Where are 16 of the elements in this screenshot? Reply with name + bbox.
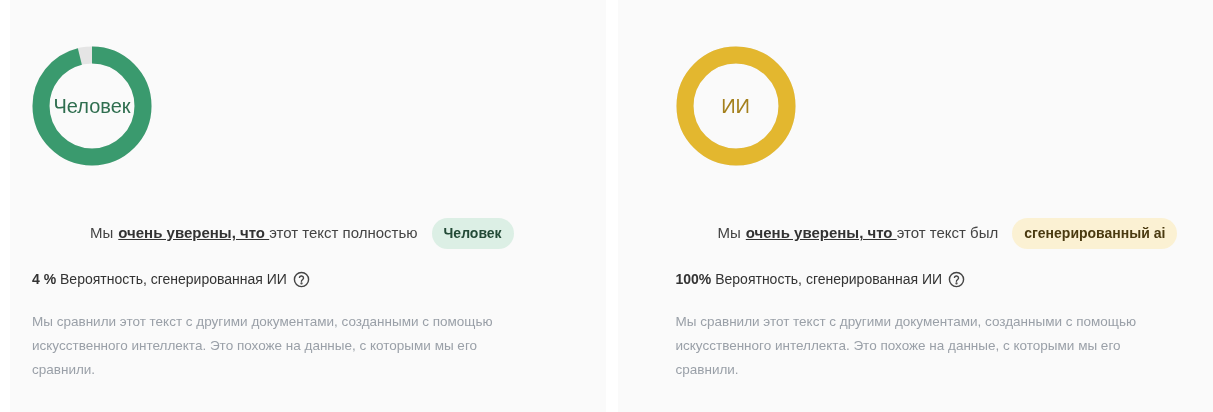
sentence-text: Мы [90,223,114,244]
gauge-label: Человек [53,94,131,119]
gauge-label: ИИ [721,94,750,119]
result-badge: сгенерированный ai [1012,218,1178,249]
result-badge: Человек [431,218,514,249]
help-icon[interactable] [292,271,310,288]
description-text: Мы сравнили этот текст с другими документами, созданными с помощью искусственного интеллекта. Это похоже на данные, с которыми мы его сравнили. [32,313,494,379]
description-text: Мы сравнили этот текст с другими документами, созданными с помощью искусственного интеллекта. Это похоже на данные, с которыми мы его сравнили. [675,313,1138,379]
sentence-text: этот текст был [896,223,999,244]
confidence-link[interactable]: очень уверены, что [745,222,897,245]
probability-text: 4 % Вероятность, сгенерированная ИИ [32,270,287,289]
sentence-text: этот текст полностью [269,223,418,244]
sentence-text: Мы [717,223,741,244]
probability-text: 100% Вероятность, сгенерированная ИИ [675,270,943,289]
help-icon[interactable] [948,271,966,288]
confidence-link[interactable]: очень уверены, что [118,222,270,245]
